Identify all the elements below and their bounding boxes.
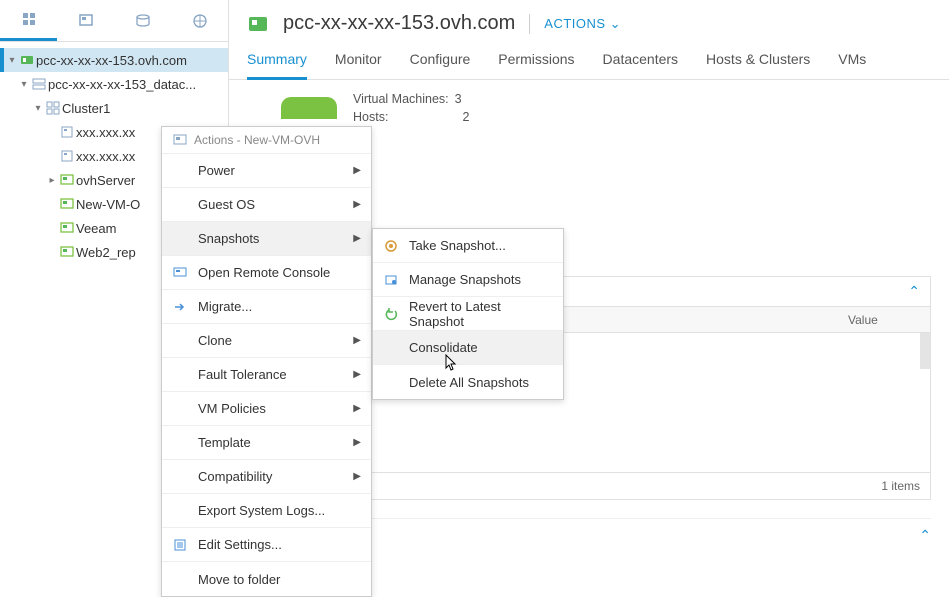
sidebar-tab-storage[interactable] xyxy=(114,0,171,41)
tab-hosts-clusters[interactable]: Hosts & Clusters xyxy=(706,41,810,79)
sub-take-snapshot[interactable]: Take Snapshot... xyxy=(373,229,563,263)
ctx-clone[interactable]: Clone▶ xyxy=(162,324,371,358)
tab-datacenters[interactable]: Datacenters xyxy=(603,41,678,79)
hosts-clusters-icon xyxy=(20,11,38,27)
chevron-right-icon: ▶ xyxy=(353,471,361,482)
sidebar-tab-hosts[interactable] xyxy=(0,0,57,41)
context-menu-title: Actions - New-VM-OVH xyxy=(162,127,371,154)
vm-icon xyxy=(172,133,188,147)
sidebar-tab-network[interactable] xyxy=(171,0,228,41)
vcenter-icon xyxy=(18,53,36,67)
tree-label: Veeam xyxy=(76,221,116,236)
chevron-right-icon: ▸ xyxy=(46,175,58,186)
vm-icon xyxy=(58,173,76,187)
chevron-right-icon: ▶ xyxy=(353,199,361,210)
chevron-right-icon: ▶ xyxy=(353,165,361,176)
summary-thumbnail xyxy=(281,97,337,119)
vm-icon xyxy=(58,245,76,259)
tree-cluster[interactable]: ▾ Cluster1 xyxy=(0,96,228,120)
scrollbar-thumb[interactable] xyxy=(920,333,930,369)
column-value: Value xyxy=(848,313,878,327)
divider xyxy=(529,14,530,34)
tab-configure[interactable]: Configure xyxy=(410,41,471,79)
chevron-right-icon: ▶ xyxy=(353,437,361,448)
ctx-export-logs[interactable]: Export System Logs... xyxy=(162,494,371,528)
collapse-icon[interactable]: ⌃ xyxy=(919,527,931,544)
chevron-right-icon: ▶ xyxy=(353,403,361,414)
tab-summary[interactable]: Summary xyxy=(247,41,307,80)
sidebar-tabs xyxy=(0,0,228,42)
host-icon xyxy=(58,149,76,163)
main-tabs: Summary Monitor Configure Permissions Da… xyxy=(229,41,949,80)
ctx-snapshots[interactable]: Snapshots▶ xyxy=(162,222,371,256)
tree-vcenter[interactable]: ▾ pcc-xx-xx-xx-153.ovh.com xyxy=(0,48,228,72)
sub-revert-snapshot[interactable]: Revert to Latest Snapshot xyxy=(373,297,563,331)
revert-icon xyxy=(383,307,399,321)
ctx-fault-tolerance[interactable]: Fault Tolerance▶ xyxy=(162,358,371,392)
collapse-icon[interactable]: ⌃ xyxy=(908,283,920,300)
tree-label: pcc-xx-xx-xx-153.ovh.com xyxy=(36,53,187,68)
tab-permissions[interactable]: Permissions xyxy=(498,41,574,79)
tree-label: New-VM-O xyxy=(76,197,140,212)
tree-label: Web2_rep xyxy=(76,245,136,260)
ctx-vm-policies[interactable]: VM Policies▶ xyxy=(162,392,371,426)
sidebar-tab-vms[interactable] xyxy=(57,0,114,41)
sub-delete-all[interactable]: Delete All Snapshots xyxy=(373,365,563,399)
actions-dropdown[interactable]: ACTIONS ⌄ xyxy=(544,16,621,32)
console-icon xyxy=(172,266,188,280)
host-icon xyxy=(58,125,76,139)
ctx-compatibility[interactable]: Compatibility▶ xyxy=(162,460,371,494)
vm-count-label: Virtual Machines: xyxy=(353,90,449,108)
vm-context-menu: Actions - New-VM-OVH Power▶ Guest OS▶ Sn… xyxy=(161,126,372,597)
snapshots-submenu: Take Snapshot... Manage Snapshots Revert… xyxy=(372,228,564,400)
chevron-right-icon: ▶ xyxy=(353,233,361,244)
tab-vms[interactable]: VMs xyxy=(838,41,866,79)
hosts-count-value: 2 xyxy=(462,108,469,126)
ctx-open-console[interactable]: Open Remote Console xyxy=(162,256,371,290)
tree-label: Cluster1 xyxy=(62,101,110,116)
ctx-migrate[interactable]: Migrate... xyxy=(162,290,371,324)
network-icon xyxy=(191,13,209,29)
take-snapshot-icon xyxy=(383,239,399,253)
tree-label: xxx.xxx.xx xyxy=(76,125,135,140)
item-count: 1 items xyxy=(881,479,920,493)
vm-icon xyxy=(58,197,76,211)
tree-label: xxx.xxx.xx xyxy=(76,149,135,164)
chevron-right-icon: ▶ xyxy=(353,369,361,380)
ctx-power[interactable]: Power▶ xyxy=(162,154,371,188)
tree-datacenter[interactable]: ▾ pcc-xx-xx-xx-153_datac... xyxy=(0,72,228,96)
page-title: pcc-xx-xx-xx-153.ovh.com xyxy=(283,12,515,35)
ctx-guest-os[interactable]: Guest OS▶ xyxy=(162,188,371,222)
chevron-down-icon: ▾ xyxy=(6,55,18,66)
ctx-template[interactable]: Template▶ xyxy=(162,426,371,460)
vm-icon xyxy=(58,221,76,235)
tab-monitor[interactable]: Monitor xyxy=(335,41,382,79)
vsphere-icon xyxy=(247,13,269,35)
ctx-move-folder[interactable]: Move to folder xyxy=(162,562,371,596)
sub-consolidate[interactable]: Consolidate xyxy=(373,331,563,365)
manage-snapshots-icon xyxy=(383,273,399,287)
chevron-down-icon: ⌄ xyxy=(610,16,621,32)
tree-label: pcc-xx-xx-xx-153_datac... xyxy=(48,77,196,92)
chevron-down-icon: ▾ xyxy=(32,103,44,114)
tree-label: ovhServer xyxy=(76,173,135,188)
storage-icon xyxy=(134,13,152,29)
vm-count-value: 3 xyxy=(455,90,462,108)
vm-templates-icon xyxy=(77,13,95,29)
settings-icon xyxy=(172,538,188,552)
datacenter-icon xyxy=(30,77,48,91)
ctx-edit-settings[interactable]: Edit Settings... xyxy=(162,528,371,562)
sub-manage-snapshots[interactable]: Manage Snapshots xyxy=(373,263,563,297)
chevron-down-icon: ▾ xyxy=(18,79,30,90)
chevron-right-icon: ▶ xyxy=(353,335,361,346)
migrate-icon xyxy=(172,300,188,314)
cluster-icon xyxy=(44,101,62,115)
hosts-count-label: Hosts: xyxy=(353,108,388,126)
